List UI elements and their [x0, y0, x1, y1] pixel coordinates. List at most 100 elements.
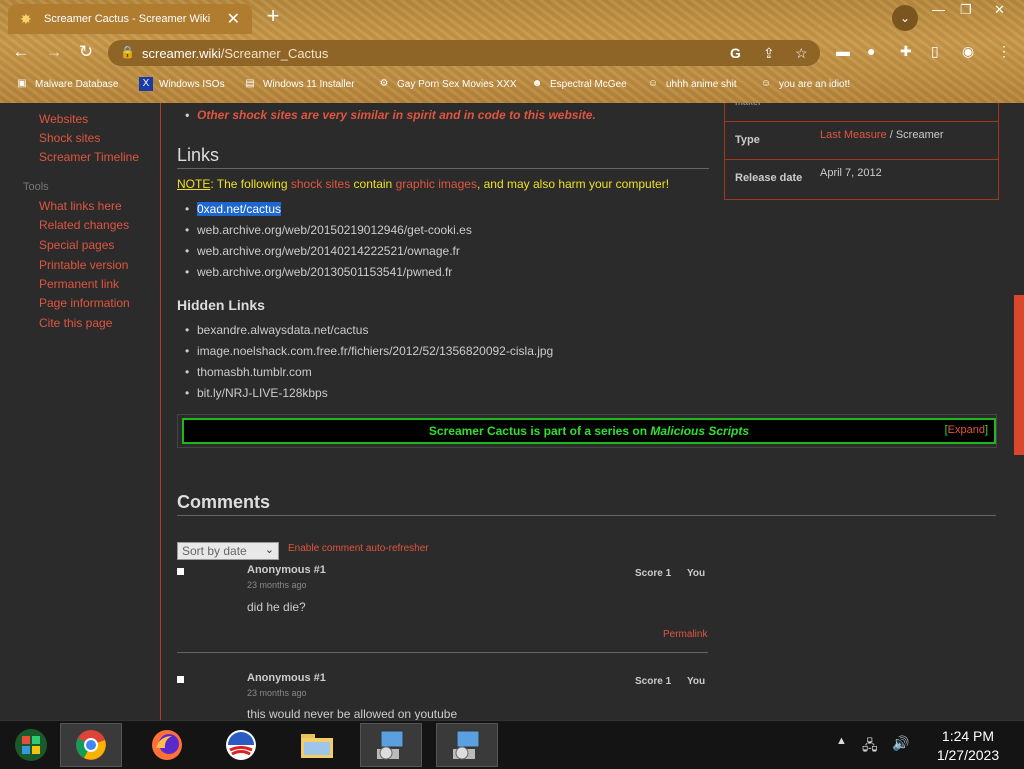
- bookmark-you-are-an-idiot[interactable]: ☺ you are an idiot!: [759, 76, 850, 92]
- list-item[interactable]: thomasbh.tumblr.com: [185, 365, 312, 379]
- taskbar-chrome[interactable]: [60, 723, 122, 767]
- window-close-icon[interactable]: ✕: [994, 2, 1005, 18]
- tray-expand-arrow-icon[interactable]: ▲: [836, 735, 847, 747]
- tab-title: Screamer Cactus - Screamer Wiki: [44, 13, 211, 25]
- installer-icon: [377, 730, 404, 760]
- comment-select-checkbox[interactable]: [177, 676, 184, 683]
- comment-you: You: [687, 676, 706, 687]
- windows-start-orb-icon: [15, 729, 47, 761]
- share-icon[interactable]: ⇪: [763, 45, 775, 62]
- face-icon: ☻: [531, 78, 543, 89]
- lock-icon[interactable]: 🔒: [120, 45, 135, 59]
- side-panel-icon[interactable]: ▯: [931, 43, 939, 60]
- start-button[interactable]: [0, 723, 62, 767]
- sidebar-item-screamer-timeline[interactable]: Screamer Timeline: [39, 150, 139, 164]
- restore-icon[interactable]: ❐: [960, 2, 972, 18]
- url-path: /Screamer_Cactus: [220, 46, 329, 61]
- extensions-puzzle-icon[interactable]: ✚: [900, 43, 912, 60]
- links-heading: Links: [177, 145, 220, 165]
- profile-icon[interactable]: ◉: [962, 43, 974, 60]
- infobox-type-label: Type: [735, 134, 760, 146]
- list-item[interactable]: bexandre.alwaysdata.net/cactus: [185, 323, 368, 337]
- browser-tab-active[interactable]: ✸ Screamer Cactus - Screamer Wiki ✕: [8, 4, 252, 34]
- clock-time: 1:24 PM: [941, 728, 995, 744]
- infobox: maker Type Last Measure / Screamer Relea…: [724, 103, 999, 200]
- list-item[interactable]: web.archive.org/web/20150219012946/get-c…: [185, 223, 472, 237]
- list-item[interactable]: image.noelshack.com.free.fr/fichiers/201…: [185, 344, 553, 358]
- sidebar-item-related-changes[interactable]: Related changes: [39, 218, 129, 232]
- comment-time: 23 months ago: [247, 688, 307, 698]
- comment-sort-select[interactable]: Sort by date ⌄: [177, 542, 279, 560]
- article-content: maker Type Last Measure / Screamer Relea…: [161, 103, 1024, 720]
- comment-text: this would never be allowed on youtube: [247, 707, 458, 720]
- comment-author: Anonymous #1: [247, 672, 326, 684]
- infobox-divider: [725, 159, 998, 160]
- note-link[interactable]: NOTE: [177, 177, 210, 191]
- list-item[interactable]: 0xad.net/cactus: [185, 202, 282, 216]
- comment-permalink[interactable]: Permalink: [663, 629, 707, 640]
- reload-icon[interactable]: ↻: [76, 42, 96, 62]
- taskbar-firefox[interactable]: [136, 723, 198, 767]
- infobox-release-label: Release date: [735, 172, 803, 184]
- series-navbox: Screamer Cactus is part of a series on M…: [177, 414, 997, 448]
- bookmark-anime[interactable]: ☺ uhhh anime shit: [646, 76, 737, 92]
- sidebar-item-websites[interactable]: Websites: [39, 112, 88, 126]
- sidebar-item-cite-this-page[interactable]: Cite this page: [39, 316, 112, 330]
- address-bar[interactable]: 🔒 screamer.wiki/Screamer_Cactus G ⇪ ☆: [108, 40, 820, 66]
- hidden-links-heading: Hidden Links: [177, 297, 265, 313]
- network-icon[interactable]: 🖧: [862, 735, 878, 759]
- list-item[interactable]: web.archive.org/web/20130501153541/pwned…: [185, 265, 452, 279]
- taskbar-file-explorer[interactable]: [286, 723, 348, 767]
- minimize-icon[interactable]: —: [932, 2, 945, 17]
- chrome-icon: [76, 730, 106, 760]
- comment-select-checkbox[interactable]: [177, 568, 184, 575]
- sidebar-item-printable-version[interactable]: Printable version: [39, 258, 128, 272]
- taskbar-installer-1[interactable]: [360, 723, 422, 767]
- page-scrollbar-thumb[interactable]: [1014, 295, 1024, 455]
- sidebar-item-page-information[interactable]: Page information: [39, 296, 130, 310]
- taskbar-installer-2[interactable]: [436, 723, 498, 767]
- list-item[interactable]: web.archive.org/web/20140214222521/ownag…: [185, 244, 460, 258]
- comments-heading: Comments: [177, 492, 271, 512]
- last-measure-link[interactable]: Last Measure: [820, 129, 887, 141]
- page-scrollbar[interactable]: [1014, 103, 1024, 720]
- sidebar-item-what-links-here[interactable]: What links here: [39, 199, 122, 213]
- taskbar-obama[interactable]: [210, 723, 272, 767]
- bookmark-gay-porn[interactable]: ⚙ Gay Porn Sex Movies XXX: [377, 76, 517, 92]
- graphic-images-link[interactable]: graphic images: [396, 177, 477, 191]
- sidebar-item-shock-sites[interactable]: Shock sites: [39, 131, 100, 145]
- folder-icon: [301, 734, 333, 758]
- list-item[interactable]: bit.ly/NRJ-LIVE-128kbps: [185, 386, 328, 400]
- navbox-expand-toggle[interactable]: [Expand]: [945, 424, 988, 436]
- sidebar-item-permanent-link[interactable]: Permanent link: [39, 277, 119, 291]
- taskbar-clock[interactable]: 1:24 PM 1/27/2023: [928, 727, 1008, 765]
- back-arrow-icon[interactable]: ←: [11, 42, 31, 62]
- smiley-icon: ☺: [760, 78, 772, 89]
- bookmark-star-icon[interactable]: ☆: [795, 45, 808, 62]
- bookmark-malware-database[interactable]: ▣ Malware Database: [15, 76, 118, 92]
- sidebar-item-special-pages[interactable]: Special pages: [39, 238, 114, 252]
- infobox-divider: [725, 121, 998, 122]
- installer-icon: [453, 730, 480, 760]
- volume-icon[interactable]: 🔊: [892, 735, 909, 752]
- address-url[interactable]: screamer.wiki/Screamer_Cactus: [142, 46, 328, 61]
- google-lens-icon[interactable]: G: [730, 45, 741, 61]
- bookmark-windows-11-installer[interactable]: ▤ Windows 11 Installer: [243, 76, 354, 92]
- extension-flag-icon[interactable]: ▬: [836, 43, 850, 59]
- firefox-icon: [152, 730, 182, 760]
- extension-avatar-icon[interactable]: ●: [867, 43, 875, 59]
- tab-close-icon[interactable]: ✕: [227, 9, 240, 29]
- tab-search-chevron-icon[interactable]: ⌄: [892, 5, 918, 31]
- x-logo-icon: X: [139, 77, 153, 91]
- menu-kebab-icon[interactable]: ⋮: [997, 43, 1011, 60]
- url-host: screamer.wiki: [142, 46, 221, 61]
- note-warning: NOTE: The following shock sites contain …: [177, 177, 670, 191]
- bookmark-windows-isos[interactable]: X Windows ISOs: [139, 76, 225, 92]
- shock-sites-link[interactable]: shock sites: [291, 177, 350, 191]
- forward-arrow-icon[interactable]: →: [44, 42, 64, 62]
- comment-auto-refresher-link[interactable]: Enable comment auto-refresher: [288, 543, 429, 554]
- new-tab-plus-icon[interactable]: +: [262, 5, 284, 27]
- clock-date: 1/27/2023: [936, 747, 1000, 763]
- bookmark-espectral-mcgee[interactable]: ☻ Espectral McGee: [530, 76, 627, 92]
- links-heading-rule: [177, 168, 709, 169]
